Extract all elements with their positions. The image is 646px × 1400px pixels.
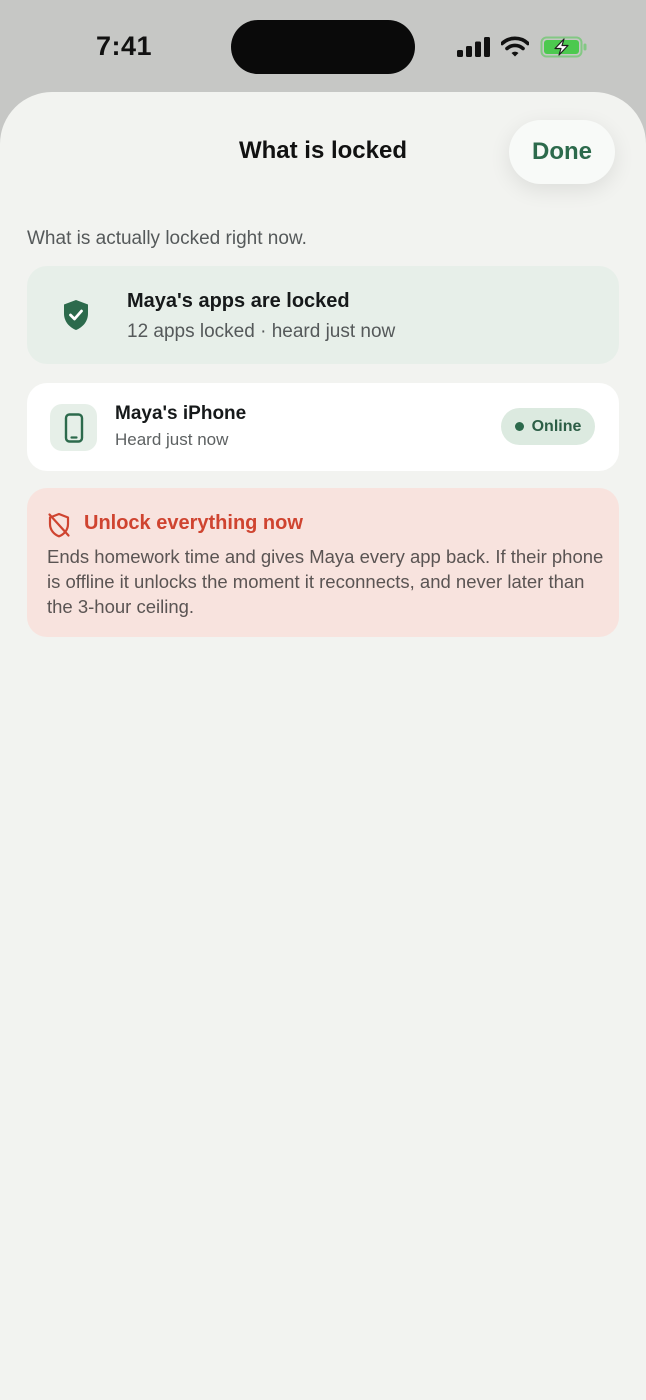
- device-last-heard: Heard just now: [115, 430, 229, 449]
- cellular-signal-icon: [457, 37, 490, 57]
- online-badge-label: Online: [531, 417, 582, 435]
- shield-check-icon: [64, 300, 88, 330]
- online-status-badge: Online: [501, 408, 595, 445]
- lock-status-card: Maya's apps are locked 12 apps locked · …: [27, 266, 619, 364]
- wifi-icon: [501, 36, 529, 57]
- device-name: Maya's iPhone: [115, 403, 247, 424]
- status-bar: 7:41: [0, 0, 646, 92]
- dynamic-island: [231, 20, 415, 74]
- lock-status-subtitle: 12 apps locked · heard just now: [127, 321, 396, 342]
- unlock-everything-button[interactable]: Unlock everything now: [84, 512, 303, 535]
- intro-text: What is actually locked right now.: [27, 228, 307, 249]
- battery-charging-icon: [540, 36, 587, 58]
- online-dot-icon: [514, 422, 524, 431]
- shield-off-icon: [48, 512, 70, 538]
- unlock-everything-card[interactable]: Unlock everything now Ends homework time…: [27, 488, 619, 637]
- phone-icon: [50, 404, 97, 451]
- bottom-sheet: What is locked Done What is actually loc…: [0, 92, 646, 1400]
- device-card[interactable]: Maya's iPhone Heard just now Online: [27, 383, 619, 471]
- status-time: 7:41: [96, 31, 153, 61]
- unlock-description: Ends homework time and gives Maya every …: [47, 546, 604, 617]
- lock-status-title: Maya's apps are locked: [127, 290, 350, 312]
- done-button[interactable]: Done: [509, 120, 615, 184]
